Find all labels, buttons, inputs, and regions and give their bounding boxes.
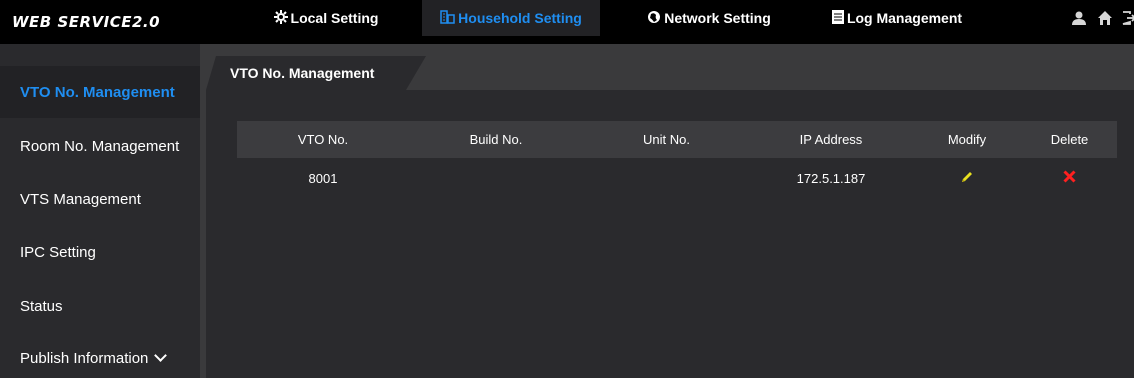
tab-local-setting[interactable]: Local Setting — [258, 0, 394, 36]
sidebar-item-ipc-setting[interactable]: IPC Setting — [0, 226, 200, 278]
cell-delete — [1022, 158, 1117, 198]
pencil-icon[interactable] — [960, 170, 974, 187]
col-vto-no: VTO No. — [297, 132, 349, 147]
tab-label: Household Setting — [458, 10, 582, 26]
tab-network-setting[interactable]: Network Setting — [628, 0, 790, 36]
log-icon — [831, 10, 844, 26]
tab-log-management[interactable]: Log Management — [814, 0, 980, 36]
tab-label: Local Setting — [290, 10, 379, 26]
page-title: VTO No. Management — [230, 65, 375, 81]
logout-icon[interactable] — [1120, 7, 1134, 29]
cell-build-no — [409, 158, 583, 198]
gear-icon — [273, 10, 288, 26]
sidebar-item-label: IPC Setting — [20, 243, 96, 261]
brand-logo: WEB SERVICE2.0 — [12, 13, 161, 31]
col-build-no: Build No. — [469, 132, 523, 147]
table-header: VTO No. Build No. Unit No. IP Address Mo… — [237, 121, 1117, 158]
building-icon — [440, 10, 455, 26]
cell-modify — [912, 158, 1022, 198]
col-unit-no: Unit No. — [643, 132, 690, 147]
chevron-down-icon — [154, 348, 168, 362]
cell-ip-address: 172.5.1.187 — [796, 170, 866, 186]
sidebar-item-label: Status — [20, 297, 63, 315]
tab-label: Log Management — [846, 10, 963, 26]
sidebar-item-status[interactable]: Status — [0, 280, 200, 332]
sidebar-item-room-no-management[interactable]: Room No. Management — [0, 120, 200, 172]
top-nav-bar: WEB SERVICE2.0 Local Setting Household S… — [0, 0, 1134, 44]
user-icon[interactable] — [1068, 7, 1090, 29]
sidebar-item-label: VTS Management — [20, 190, 141, 208]
col-ip-address: IP Address — [799, 132, 863, 147]
tab-household-setting[interactable]: Household Setting — [422, 0, 600, 36]
tab-label: Network Setting — [664, 10, 771, 26]
sidebar-item-label: Room No. Management — [20, 137, 180, 155]
col-delete: Delete — [1050, 132, 1089, 147]
sidebar: VTO No. Management Room No. Management V… — [0, 44, 200, 378]
sidebar-item-vto-no-management[interactable]: VTO No. Management — [0, 66, 200, 118]
globe-icon — [647, 10, 661, 26]
home-icon[interactable] — [1094, 7, 1116, 29]
cell-vto-no: 8001 — [308, 170, 338, 186]
app-window: WEB SERVICE2.0 Local Setting Household S… — [0, 0, 1134, 378]
sidebar-item-vts-management[interactable]: VTS Management — [0, 173, 200, 225]
cell-unit-no — [583, 158, 750, 198]
col-modify: Modify — [947, 132, 987, 147]
main-content: VTO No. Management — [206, 44, 1134, 378]
table-row: 8001 172.5.1.187 — [237, 158, 1117, 198]
sidebar-item-label: VTO No. Management — [20, 83, 175, 101]
vto-table: VTO No. Build No. Unit No. IP Address Mo… — [237, 121, 1117, 198]
sidebar-item-publish-information[interactable]: Publish Information — [0, 332, 200, 378]
close-icon[interactable] — [1063, 170, 1076, 186]
tab-underline — [206, 90, 1134, 98]
sidebar-item-label: Publish Information — [20, 349, 149, 367]
header-actions — [1064, 0, 1134, 36]
